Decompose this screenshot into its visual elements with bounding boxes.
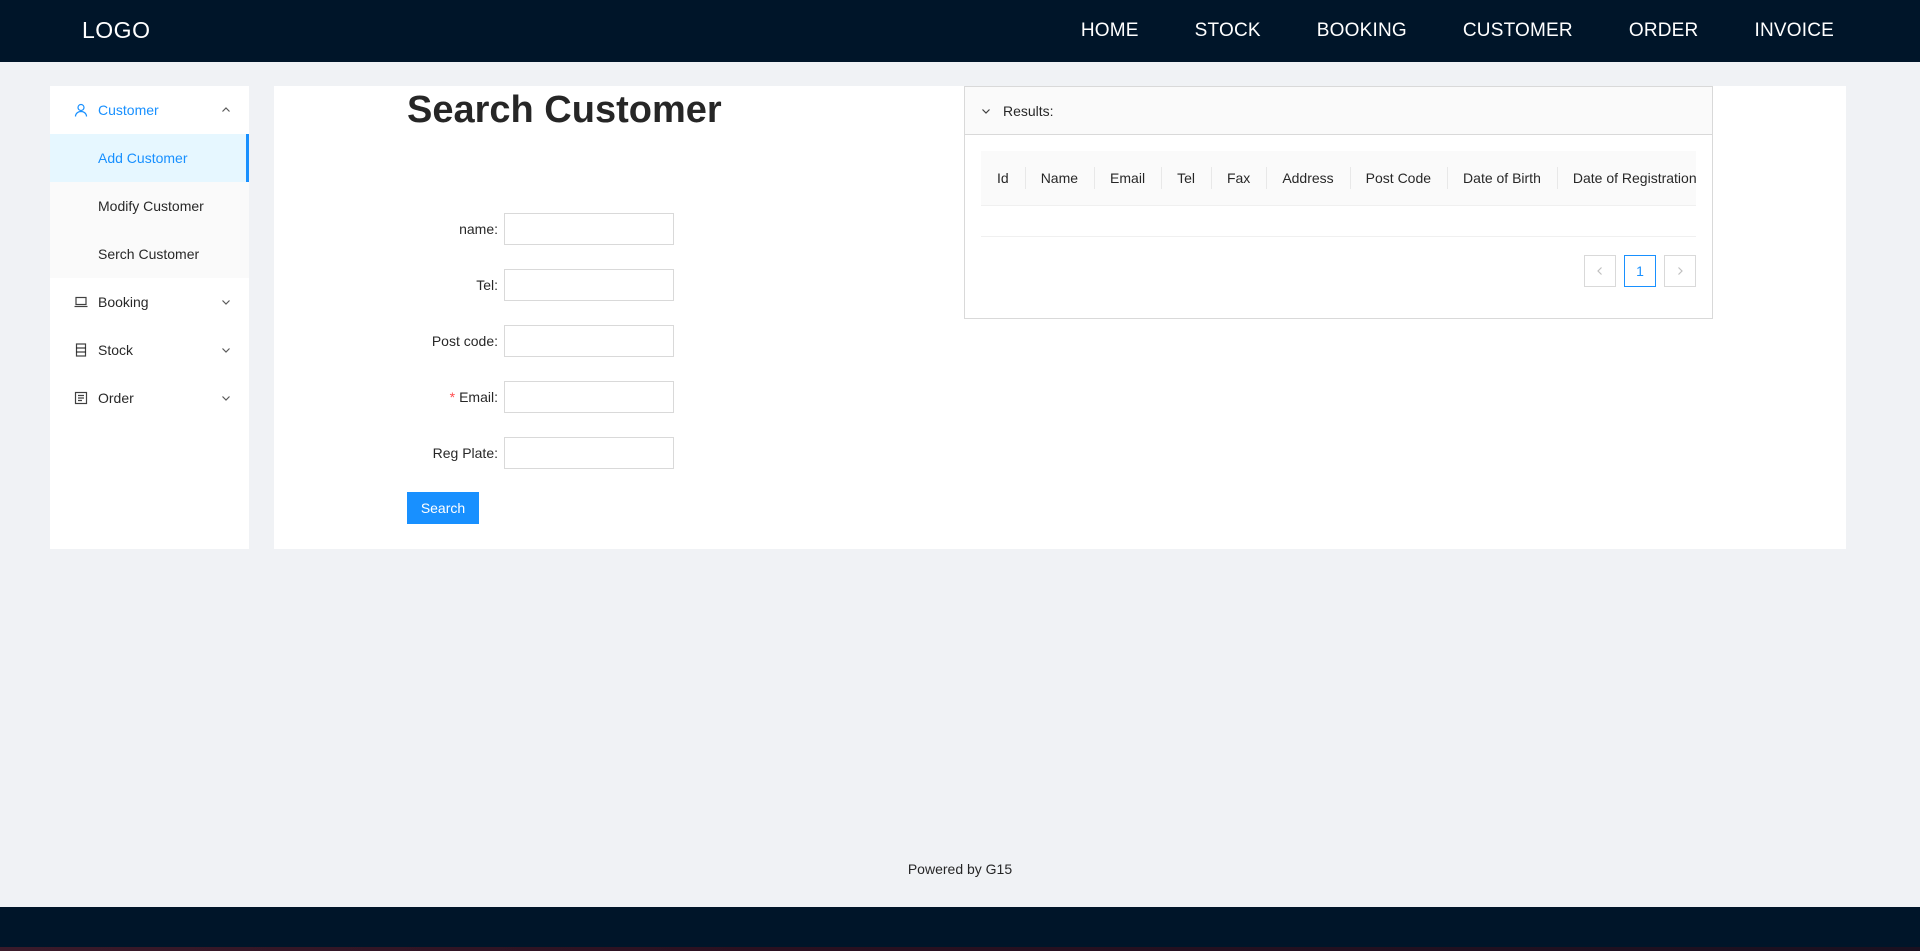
- form-row-tel: Tel:: [374, 269, 974, 301]
- postcode-label: Post code:: [431, 333, 498, 349]
- logo[interactable]: LOGO: [82, 17, 150, 44]
- sidebar-item-label: Customer: [98, 102, 159, 118]
- sidebar-item-search-customer[interactable]: Serch Customer: [50, 230, 249, 278]
- nav-invoice[interactable]: INVOICE: [1754, 20, 1834, 42]
- top-nav: HOME STOCK BOOKING CUSTOMER ORDER INVOIC…: [1081, 0, 1834, 62]
- results-table-header: Id Name Email Tel Fax Address Post Code …: [981, 151, 1697, 206]
- database-icon: [74, 343, 88, 357]
- results-panel: Results: Id Name Email Tel Fax Address P…: [964, 86, 1713, 319]
- pagination: 1: [1584, 255, 1696, 287]
- sidebar-item-stock[interactable]: Stock: [50, 326, 249, 374]
- name-label: name:: [459, 221, 498, 237]
- column-header-name[interactable]: Name: [1025, 170, 1094, 186]
- tel-label: Tel:: [476, 277, 498, 293]
- next-page-button[interactable]: [1664, 255, 1696, 287]
- top-header: LOGO HOME STOCK BOOKING CUSTOMER ORDER I…: [0, 0, 1920, 62]
- sidebar-item-add-customer[interactable]: Add Customer: [50, 134, 249, 182]
- sidebar-item-booking[interactable]: Booking: [50, 278, 249, 326]
- chevron-up-icon: [221, 105, 231, 115]
- column-header-date-of-birth[interactable]: Date of Birth: [1447, 170, 1557, 186]
- form-row-name: name:: [374, 213, 974, 245]
- footer-text: Powered by G15: [907, 861, 1013, 877]
- user-icon: [74, 103, 88, 117]
- sidebar-item-order[interactable]: Order: [50, 374, 249, 422]
- main-content: Search Customer name: Tel: Post code: * E…: [274, 86, 1846, 549]
- column-header-address[interactable]: Address: [1266, 170, 1349, 186]
- results-table-body: [981, 206, 1696, 237]
- email-label: * Email:: [449, 389, 498, 405]
- customer-submenu: Add Customer Modify Customer Serch Custo…: [50, 134, 249, 278]
- prev-page-button[interactable]: [1584, 255, 1616, 287]
- name-field[interactable]: [504, 213, 674, 245]
- sidebar-item-label: Booking: [98, 294, 149, 310]
- column-header-email[interactable]: Email: [1094, 170, 1161, 186]
- results-collapse-header[interactable]: Results:: [965, 87, 1712, 135]
- column-header-date-of-registration[interactable]: Date of Registration: [1557, 170, 1713, 186]
- nav-stock[interactable]: STOCK: [1195, 20, 1261, 42]
- nav-order[interactable]: ORDER: [1629, 20, 1699, 42]
- column-header-id[interactable]: Id: [981, 170, 1025, 186]
- sidebar-menu: Customer Add Customer Modify Customer Se…: [50, 86, 249, 549]
- results-title: Results:: [1003, 102, 1054, 119]
- chevron-down-icon: [221, 345, 231, 355]
- regplate-field[interactable]: [504, 437, 674, 469]
- regplate-label: Reg Plate:: [432, 445, 498, 461]
- sidebar-item-modify-customer[interactable]: Modify Customer: [50, 182, 249, 230]
- form-row-regplate: Reg Plate:: [374, 437, 974, 469]
- form-row-postcode: Post code:: [374, 325, 974, 357]
- nav-home[interactable]: HOME: [1081, 20, 1139, 42]
- nav-customer[interactable]: CUSTOMER: [1463, 20, 1573, 42]
- page-number-button[interactable]: 1: [1624, 255, 1656, 287]
- column-header-fax[interactable]: Fax: [1211, 170, 1266, 186]
- form-row-email: * Email:: [374, 381, 974, 413]
- sidebar-item-label: Order: [98, 390, 134, 406]
- laptop-icon: [74, 295, 88, 309]
- page-title: Search Customer: [407, 89, 722, 131]
- sidebar-item-customer[interactable]: Customer: [50, 86, 249, 134]
- required-mark: *: [449, 389, 456, 405]
- bottom-bar: [0, 907, 1920, 951]
- chevron-left-icon: [1595, 263, 1605, 279]
- sidebar-item-label: Stock: [98, 342, 134, 358]
- chevron-down-icon: [981, 106, 991, 116]
- profile-icon: [74, 391, 88, 405]
- chevron-right-icon: [1675, 263, 1685, 279]
- chevron-down-icon: [221, 297, 231, 307]
- column-header-tel[interactable]: Tel: [1161, 170, 1211, 186]
- email-field[interactable]: [504, 381, 674, 413]
- tel-field[interactable]: [504, 269, 674, 301]
- search-button[interactable]: Search: [407, 492, 479, 524]
- postcode-field[interactable]: [504, 325, 674, 357]
- column-header-post-code[interactable]: Post Code: [1350, 170, 1447, 186]
- nav-booking[interactable]: BOOKING: [1317, 20, 1407, 42]
- chevron-down-icon: [221, 393, 231, 403]
